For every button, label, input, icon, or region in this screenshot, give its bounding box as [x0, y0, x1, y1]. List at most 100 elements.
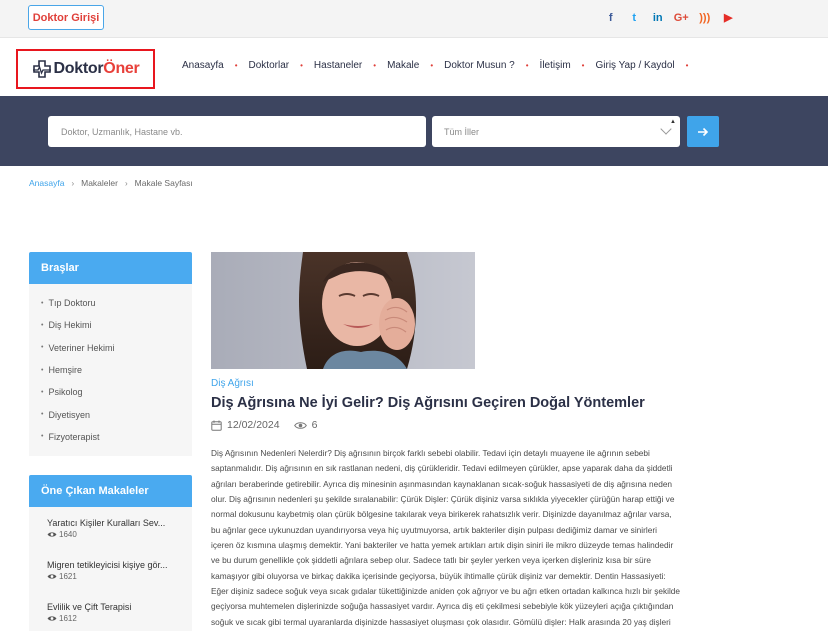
article-body-line: ve bu durum genellikle çok şiddetli ağrı…: [211, 555, 651, 566]
search-band: Doktor, Uzmanlık, Hastane vb. Tüm İller …: [0, 96, 828, 166]
article-body: Diş Ağrısının Nedenleri Nelerdir? Diş ağ…: [211, 446, 743, 630]
featured-panel: Öne Çıkan Makaleler Yaratıcı Kişiler Kur…: [29, 475, 192, 631]
article-date: 12/02/2024: [227, 419, 280, 431]
article-body-line: saptanmalıdır. Diş ağrısının en sık rast…: [211, 463, 673, 474]
branch-item[interactable]: • Veteriner Hekimi: [29, 337, 192, 359]
bullet-icon: •: [41, 299, 44, 307]
views-count: 1621: [59, 572, 77, 581]
eye-icon: [47, 616, 57, 621]
article-body-line: ağrıları beraberinde getirebilir. Ayrıca…: [211, 478, 673, 489]
nav-separator-dot: •: [300, 60, 303, 70]
branch-item[interactable]: • Diyetisyen: [29, 403, 192, 425]
article-body-line: olur. Diş ağrısının nedenleri şu şekilde…: [211, 494, 675, 505]
eye-icon: [47, 574, 57, 579]
branch-label: Hemşire: [48, 365, 82, 376]
article-body-line: soğuk ve sıcak gibi termal uyaranlarda d…: [211, 616, 671, 627]
nav-item[interactable]: Doktorlar: [249, 60, 290, 71]
google-plus-icon[interactable]: G+: [670, 11, 694, 25]
article-body-line: Diş Ağrısının Nedenleri Nelerdir? Diş ağ…: [211, 448, 650, 458]
article-body-line: geçiyorsa muhtemelen dişlerinizde soğuğa…: [211, 601, 674, 612]
logo-text-doktor: Doktor: [53, 60, 104, 77]
search-submit-button[interactable]: [687, 116, 719, 147]
nav-separator-dot: •: [234, 60, 238, 70]
logo-text-oner: Öner: [103, 60, 140, 77]
breadcrumb: Anasayfa › Makaleler › Makale Sayfası: [29, 178, 193, 188]
bullet-icon: •: [41, 388, 44, 396]
branches-list: • Tıp Doktoru • Diş Hekimi • Veteriner Hekimi…: [29, 284, 192, 457]
top-bar: Doktor Girişi f t in G+))) ▶: [0, 0, 828, 38]
article-body-line: Eğer dişiniz sadece soğuk veya sıcak gıd…: [211, 586, 681, 597]
branch-item[interactable]: • Psikolog: [29, 381, 192, 403]
branch-item[interactable]: • Diş Hekimi: [29, 314, 192, 336]
nav-item[interactable]: Anasayfa: [182, 60, 224, 71]
nav-separator-dot: •: [430, 60, 434, 70]
branch-label: Diyetisyen: [48, 409, 90, 420]
select-caret-icon: ▲: [670, 119, 676, 125]
chevron-down-icon: [660, 123, 672, 135]
article-body-line: içeren öz kısmına ulaşmış demektir. Yani…: [211, 540, 674, 551]
branch-item[interactable]: • Hemşire: [29, 359, 192, 381]
nav-item[interactable]: Makale: [387, 60, 419, 71]
featured-article-views: 1621: [47, 572, 192, 581]
featured-article-views: 1640: [47, 530, 192, 539]
city-select-value: Tüm İller: [444, 126, 480, 137]
linkedin-icon[interactable]: in: [646, 11, 670, 25]
views-count: 1612: [59, 614, 77, 623]
doctor-login-button[interactable]: Doktor Girişi: [28, 5, 104, 30]
site-header: Doktor Öner Anasayfa • Doktorlar • Hastaneler…: [0, 38, 828, 96]
main-nav: Anasayfa • Doktorlar • Hastaneler • Makale • Dok…: [182, 60, 699, 71]
branch-item[interactable]: • Fizyoterapist: [29, 426, 192, 448]
nav-item[interactable]: Hastaneler: [314, 60, 362, 71]
featured-list: Yaratıcı Kişiler Kuralları Sev... 1640 Mig…: [29, 507, 192, 631]
breadcrumb-current: Makale Sayfası: [134, 178, 193, 188]
search-input[interactable]: Doktor, Uzmanlık, Hastane vb.: [48, 116, 426, 147]
branches-title: Braşlar: [29, 252, 192, 284]
nav-item[interactable]: Doktor Musun ?: [444, 60, 515, 71]
branch-label: Tıp Doktoru: [48, 298, 96, 309]
nav-item[interactable]: İletişim: [540, 60, 571, 71]
bullet-icon: •: [41, 366, 44, 374]
bullet-icon: •: [41, 411, 44, 419]
article-body-line: kamaşıyor gibi oluyorsa ve birkaç dakika…: [211, 570, 666, 581]
rss-icon[interactable]: ))): [693, 11, 717, 25]
nav-separator-dot: •: [581, 60, 585, 70]
article-views: 6: [311, 419, 318, 431]
eye-icon: [47, 532, 57, 537]
bullet-icon: •: [41, 433, 44, 441]
branch-item[interactable]: • Tıp Doktoru: [29, 292, 192, 314]
branch-label: Veteriner Hekimi: [48, 342, 115, 353]
medical-cross-icon: [32, 60, 51, 78]
breadcrumb-articles[interactable]: Makaleler: [81, 178, 118, 188]
twitter-icon[interactable]: t: [623, 11, 647, 25]
branch-label: Psikolog: [48, 387, 83, 398]
featured-article-title: Migren tetikleyicisi kişiye gör...: [47, 560, 168, 570]
featured-article-item[interactable]: Yaratıcı Kişiler Kuralları Sev... 1640: [29, 517, 192, 559]
featured-title: Öne Çıkan Makaleler: [29, 475, 192, 507]
featured-article-item[interactable]: Evlilik ve Çift Terapisi 1612: [29, 601, 192, 631]
article-hero-image: [211, 252, 475, 369]
social-links: f t in G+))) ▶: [599, 11, 740, 25]
nav-separator-dot: •: [685, 60, 689, 70]
article-category[interactable]: Diş Ağrısı: [211, 378, 254, 389]
nav-separator-dot: •: [373, 60, 377, 70]
youtube-icon[interactable]: ▶: [717, 11, 741, 25]
logo-link[interactable]: Doktor Öner: [16, 49, 155, 89]
breadcrumb-chevron-icon: ›: [71, 178, 75, 188]
facebook-icon[interactable]: f: [599, 11, 623, 25]
breadcrumb-home[interactable]: Anasayfa: [29, 178, 64, 188]
logo: Doktor Öner: [32, 59, 140, 79]
calendar-icon: [211, 420, 222, 431]
featured-article-item[interactable]: Migren tetikleyicisi kişiye gör... 1621: [29, 559, 192, 601]
branch-label: Fizyoterapist: [48, 431, 100, 442]
featured-article-title: Yaratıcı Kişiler Kuralları Sev...: [47, 518, 166, 528]
eye-icon: [293, 421, 307, 429]
breadcrumb-chevron-icon: ›: [124, 178, 128, 188]
article-body-line: bu ağrılar gece uykunuzdan uyandırıyorsa…: [211, 524, 657, 535]
nav-item[interactable]: Giriş Yap / Kaydol: [595, 60, 674, 71]
featured-article-title: Evlilik ve Çift Terapisi: [47, 602, 132, 612]
nav-separator-dot: •: [525, 60, 529, 70]
bullet-icon: •: [41, 344, 44, 352]
article-title: Diş Ağrısına Ne İyi Gelir? Diş Ağrısını …: [211, 395, 645, 411]
bullet-icon: •: [41, 321, 44, 329]
city-select[interactable]: Tüm İller ▲: [432, 116, 680, 147]
